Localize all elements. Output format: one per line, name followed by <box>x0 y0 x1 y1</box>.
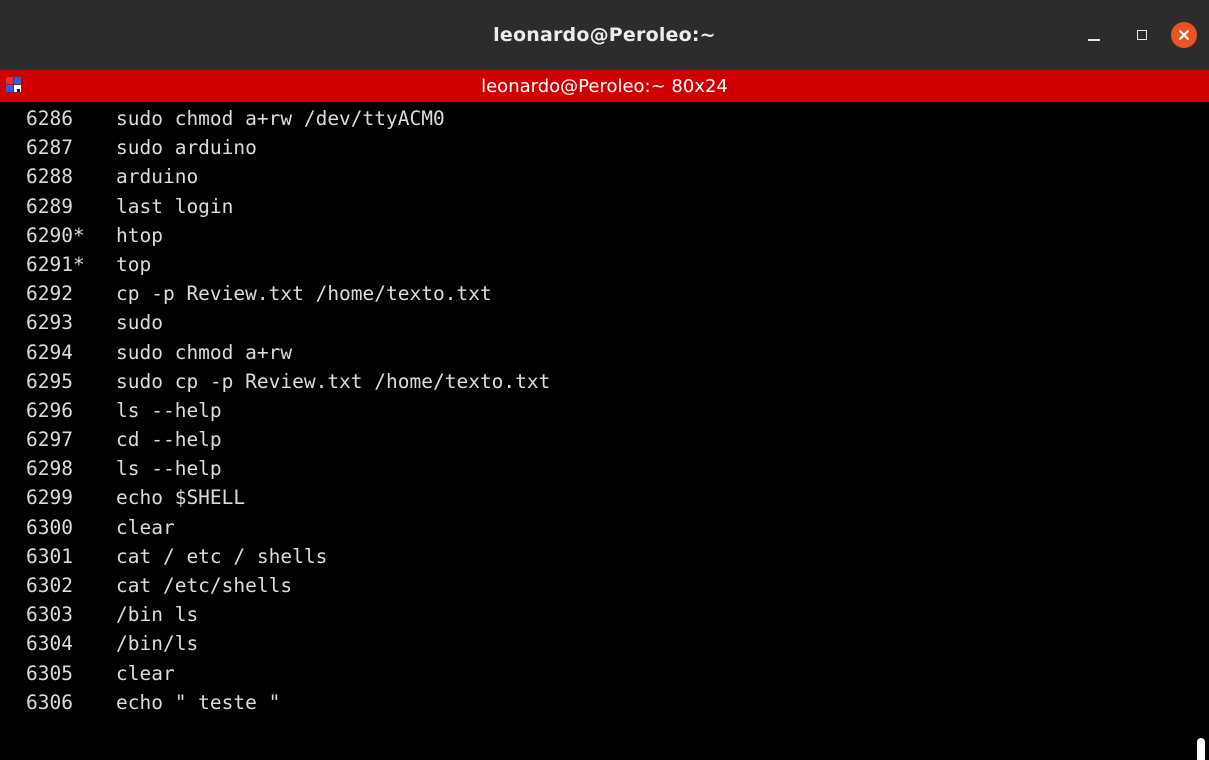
history-command: /bin/ls <box>116 632 199 656</box>
maximize-button[interactable] <box>1125 18 1159 52</box>
history-number: 6289 <box>26 194 73 218</box>
history-command: cat / etc / shells <box>116 544 328 568</box>
history-command: sudo cp -p Review.txt /home/texto.txt <box>116 369 551 393</box>
history-number: 6305 <box>26 661 73 685</box>
terminal-output[interactable]: 6286 sudo chmod a+rw /dev/ttyACM0 6287 sudo… <box>0 102 1192 760</box>
history-line: 6292 cp -p Review.txt /home/texto.txt <box>26 279 550 308</box>
history-number: 6290* <box>26 223 85 247</box>
history-command: cp -p Review.txt /home/texto.txt <box>116 282 492 306</box>
history-number: 6296 <box>26 398 73 422</box>
history-command: ls --help <box>116 457 222 481</box>
history-line: 6288 arduino <box>26 162 550 191</box>
terminal-window: leonardo@Peroleo:~ leonardo@Peroleo:~ 80… <box>0 0 1209 760</box>
minimize-icon <box>1088 39 1100 41</box>
history-number: 6304 <box>26 632 73 656</box>
history-command: last login <box>116 194 234 218</box>
history-number: 6286 <box>26 107 73 130</box>
history-command: arduino <box>116 165 199 189</box>
history-number: 6303 <box>26 603 73 627</box>
history-line: 6289 last login <box>26 192 550 221</box>
history-line: 6300 clear <box>26 513 550 542</box>
close-icon <box>1179 30 1189 40</box>
scrollbar[interactable] <box>1192 102 1209 760</box>
history-line: 6298 ls --help <box>26 454 550 483</box>
history-line: 6297 cd --help <box>26 425 550 454</box>
history-number: 6293 <box>26 311 73 335</box>
history-command: echo " teste " <box>116 690 281 714</box>
terminal-tab-bar[interactable]: leonardo@Peroleo:~ 80x24 <box>0 70 1209 102</box>
close-button[interactable] <box>1171 22 1197 48</box>
history-command: top <box>116 252 152 276</box>
history-line: 6295 sudo cp -p Review.txt /home/texto.tx… <box>26 367 550 396</box>
tab-title: leonardo@Peroleo:~ 80x24 <box>481 75 728 97</box>
history-number: 6292 <box>26 282 73 306</box>
history-command: sudo arduino <box>116 136 257 160</box>
history-number: 6295 <box>26 369 73 393</box>
history-line: 6304/bin/ls <box>26 629 550 658</box>
window-controls <box>1063 0 1201 70</box>
history-line: 6286 sudo chmod a+rw /dev/ttyACM0 <box>26 104 550 133</box>
history-number: 6302 <box>26 574 73 597</box>
history-command: htop <box>116 223 163 247</box>
history-line: 6290* htop <box>26 221 550 250</box>
minimize-button[interactable] <box>1077 18 1111 52</box>
history-line: 6291* top <box>26 250 550 279</box>
scrollbar-thumb[interactable] <box>1197 738 1205 760</box>
history-line: 6296 ls --help <box>26 396 550 425</box>
history-number: 6297 <box>26 428 73 452</box>
history-line: 6294 sudo chmod a+rw <box>26 338 550 367</box>
history-command: echo $SHELL <box>116 486 246 510</box>
history-line: 6306 echo " teste " <box>26 688 550 717</box>
title-bar[interactable]: leonardo@Peroleo:~ <box>0 0 1209 70</box>
history-line: 6303/bin ls <box>26 600 550 629</box>
history-number: 6294 <box>26 340 73 364</box>
history-command: /bin ls <box>116 603 199 627</box>
history-list: 6286 sudo chmod a+rw /dev/ttyACM0 6287 sudo… <box>26 104 550 717</box>
maximize-icon <box>1137 30 1147 40</box>
history-command: cd --help <box>116 428 222 452</box>
history-number: 6298 <box>26 457 73 481</box>
history-command: cat /etc/shells <box>116 574 293 597</box>
history-number: 6291* <box>26 252 85 276</box>
history-line: 6287 sudo arduino <box>26 133 550 162</box>
history-line: 6301 cat / etc / shells <box>26 542 550 571</box>
history-number: 6306 <box>26 690 73 714</box>
history-number: 6300 <box>26 515 73 539</box>
history-line: 6293 sudo <box>26 308 550 337</box>
history-command: sudo chmod a+rw /dev/ttyACM0 <box>116 107 445 130</box>
history-command: sudo chmod a+rw <box>116 340 293 364</box>
window-title: leonardo@Peroleo:~ <box>493 24 716 46</box>
history-line: 6302 cat /etc/shells <box>26 571 550 600</box>
terminal-split-icon[interactable] <box>6 77 22 93</box>
history-command: sudo <box>116 311 163 335</box>
history-command: ls --help <box>116 398 222 422</box>
history-number: 6301 <box>26 544 73 568</box>
history-line: 6305 clear <box>26 659 550 688</box>
history-number: 6299 <box>26 486 73 510</box>
history-line: 6299 echo $SHELL <box>26 483 550 512</box>
history-number: 6287 <box>26 136 73 160</box>
history-number: 6288 <box>26 165 73 189</box>
history-command: clear <box>116 661 175 685</box>
history-command: clear <box>116 515 175 539</box>
